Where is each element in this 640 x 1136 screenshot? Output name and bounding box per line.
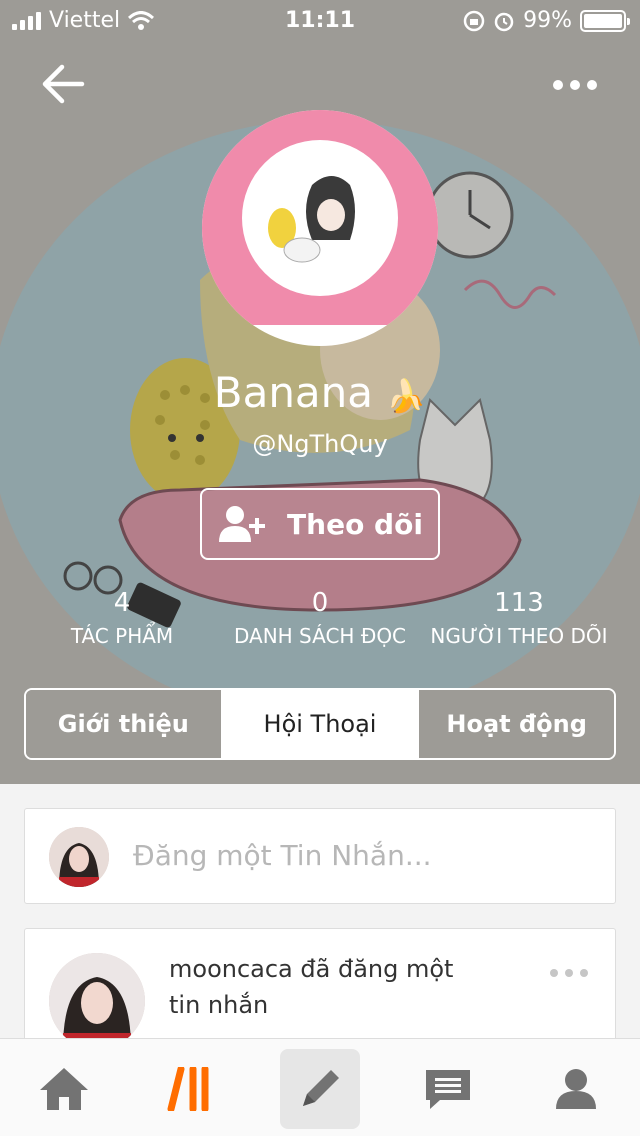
message-text-line2: tin nhắn [169,991,269,1019]
status-right: 99% [463,8,630,33]
stat-works-label: TÁC PHẨM [70,624,174,648]
stat-reading-lists-value: 0 [311,588,329,618]
message-text-line1: mooncaca đã đăng một [169,955,454,983]
back-arrow-icon[interactable] [38,62,88,106]
bottom-tab-bar [0,1038,640,1136]
wattpad-logo-icon [167,1067,209,1111]
follow-button[interactable]: Theo dõi [200,488,440,560]
pencil-icon [303,1070,339,1106]
profile-name: Banana 🍌 [0,368,640,417]
tabbar-profile[interactable] [536,1049,616,1129]
profile-name-text: Banana [213,368,374,417]
alarm-icon [494,12,514,31]
stat-followers-value: 113 [494,588,544,618]
tabbar-discover[interactable] [152,1049,232,1129]
more-options-icon[interactable] [550,70,600,100]
stat-reading-lists-label: DANH SÁCH ĐỌC [233,624,407,648]
tab-conversations[interactable]: Hội Thoại [220,690,418,758]
stat-reading-lists[interactable]: 0 DANH SÁCH ĐỌC [230,588,410,648]
profile-stats: 4 TÁC PHẨM 0 DANH SÁCH ĐỌC 113 NGƯỜI THE… [0,588,640,668]
stat-works-value: 4 [113,588,131,618]
stat-followers-label: NGƯỜI THEO DÕI [430,624,608,648]
profile-tabs: Giới thiệu Hội Thoại Hoạt động [24,688,616,760]
tab-about[interactable]: Giới thiệu [26,690,221,758]
battery-fill [584,13,622,28]
tabbar-home[interactable] [24,1049,104,1129]
home-icon [40,1068,88,1110]
battery-percent: 99% [523,8,572,33]
compose-placeholder: Đăng một Tin Nhắn... [133,839,432,872]
battery-icon [580,9,630,32]
profile-header: Viettel 11:11 99% Banana 🍌 @NgThQuy Theo… [0,0,640,784]
conversation-feed: Đăng một Tin Nhắn... mooncaca đã đăng mộ… [0,784,640,1068]
add-user-icon [219,506,266,542]
tabbar-messages[interactable] [408,1049,488,1129]
message-text: mooncaca đã đăng một tin nhắn [169,951,499,1023]
message-more-icon[interactable] [549,967,589,979]
my-avatar [49,827,109,887]
banana-emoji-icon: 🍌 [386,377,427,415]
stat-followers[interactable]: 113 NGƯỜI THEO DÕI [428,588,610,648]
follow-label: Theo dõi [287,507,423,541]
tab-activity[interactable]: Hoạt động [417,690,614,758]
avatar-image [202,110,438,325]
status-bar: Viettel 11:11 99% [0,0,640,40]
profile-handle: @NgThQuy [252,430,388,458]
tabbar-write[interactable] [280,1049,360,1129]
compose-message-box[interactable]: Đăng một Tin Nhắn... [24,808,616,904]
rotation-lock-icon [463,10,485,31]
chat-icon [426,1070,470,1109]
sender-avatar[interactable] [49,953,145,1049]
profile-avatar[interactable] [202,110,438,346]
stat-works[interactable]: 4 TÁC PHẨM [62,588,182,648]
profile-icon [556,1069,596,1109]
